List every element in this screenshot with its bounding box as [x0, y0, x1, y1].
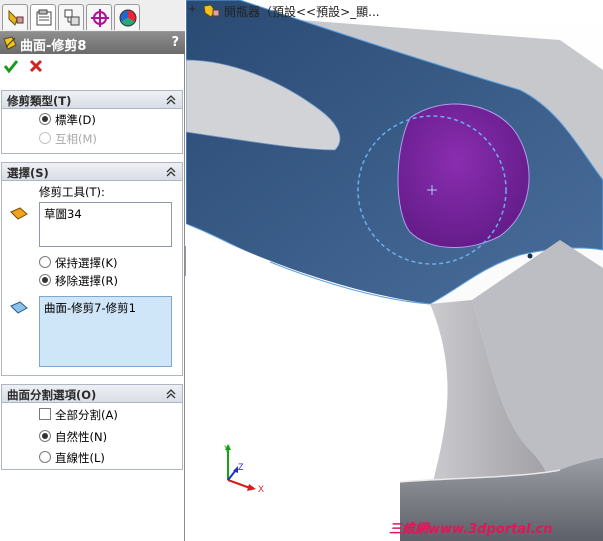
- selections-title: 選擇(S): [7, 166, 49, 180]
- collapse-icon[interactable]: [166, 94, 176, 106]
- collapse-icon[interactable]: [166, 166, 176, 178]
- tree-root-label: 開瓶器（預設<<預設>_顯...: [224, 5, 380, 19]
- pieces-item[interactable]: 曲面-修剪7-修剪1: [44, 301, 136, 315]
- trim-surface-icon: [3, 36, 17, 50]
- watermark-text: 三維網www.3dportal.cn: [389, 522, 553, 537]
- standard-label: 標準(D): [55, 113, 96, 127]
- color-wheel-icon: [119, 9, 137, 27]
- page-title: 曲面-修剪8: [20, 39, 87, 54]
- mutual-radio: [39, 132, 51, 144]
- dimxpert-manager-tab[interactable]: [86, 4, 112, 30]
- linear-label: 直線性(L): [55, 451, 105, 465]
- x-axis-label: X: [258, 484, 264, 492]
- selected-face-highlight[interactable]: [397, 103, 530, 249]
- cancel-x-icon[interactable]: [28, 58, 44, 74]
- trim-type-group: 修剪類型(T) 標準(D) 互相(M): [1, 90, 183, 154]
- configuration-icon: [64, 9, 80, 26]
- property-manager-tab[interactable]: [30, 4, 56, 30]
- property-manager-panel: 曲面-修剪8 ? 修剪類型(T) 標準(D) 互相(M) 選擇(S) 修剪工具(…: [0, 0, 185, 541]
- surface-split-options-title: 曲面分割選項(O): [7, 388, 97, 402]
- keep-selection-label: 保持選擇(K): [55, 256, 118, 270]
- crosshair-icon: [91, 9, 109, 27]
- selections-header[interactable]: 選擇(S): [2, 163, 182, 181]
- graphics-viewport[interactable]: Y X Z: [186, 0, 603, 541]
- manager-tabs: [0, 0, 185, 32]
- display-manager-tab[interactable]: [114, 4, 140, 30]
- point-marker: [527, 253, 533, 259]
- help-button[interactable]: ?: [171, 35, 179, 50]
- expand-toggle[interactable]: +: [188, 4, 196, 15]
- surface-split-options-group: 曲面分割選項(O) 全部分割(A) 自然性(N) 直線性(L): [1, 384, 183, 470]
- split-all-checkbox[interactable]: [39, 408, 51, 420]
- natural-radio[interactable]: [39, 430, 51, 442]
- linear-radio[interactable]: [39, 451, 51, 463]
- trim-tool-item[interactable]: 草圖34: [44, 207, 82, 221]
- feature-manager-tab[interactable]: [2, 4, 28, 30]
- keep-selection-radio[interactable]: [39, 256, 51, 268]
- trim-tool-label: 修剪工具(T):: [39, 185, 105, 199]
- split-all-label: 全部分割(A): [55, 408, 118, 422]
- mutual-label: 互相(M): [55, 132, 97, 146]
- collapse-icon[interactable]: [166, 388, 176, 400]
- feature-tree-icon: [8, 9, 24, 26]
- ok-check-icon[interactable]: [3, 58, 19, 74]
- remove-selection-radio[interactable]: [39, 274, 51, 286]
- standard-radio[interactable]: [39, 113, 51, 125]
- axis-triad: Y X Z: [224, 444, 264, 492]
- pieces-listbox[interactable]: 曲面-修剪7-修剪1: [39, 296, 172, 367]
- property-icon: [36, 9, 52, 26]
- natural-label: 自然性(N): [55, 430, 108, 444]
- trim-tool-listbox[interactable]: 草圖34: [39, 202, 172, 247]
- trim-type-title: 修剪類型(T): [7, 94, 72, 108]
- selections-group: 選擇(S) 修剪工具(T): 草圖34 保持選擇(K) 移除選擇(R) 曲面-修…: [1, 162, 183, 376]
- panel-title-bar: 曲面-修剪8 ?: [0, 32, 185, 54]
- part-icon: [203, 4, 220, 18]
- y-axis-label: Y: [224, 444, 230, 454]
- configuration-manager-tab[interactable]: [58, 4, 84, 30]
- z-axis-label: Z: [238, 462, 244, 472]
- pieces-selection-icon: [10, 301, 28, 314]
- remove-selection-label: 移除選擇(R): [55, 274, 118, 288]
- trim-type-header[interactable]: 修剪類型(T): [2, 91, 182, 109]
- surface-split-options-header[interactable]: 曲面分割選項(O): [2, 385, 182, 403]
- trim-tool-selection-icon: [10, 207, 28, 220]
